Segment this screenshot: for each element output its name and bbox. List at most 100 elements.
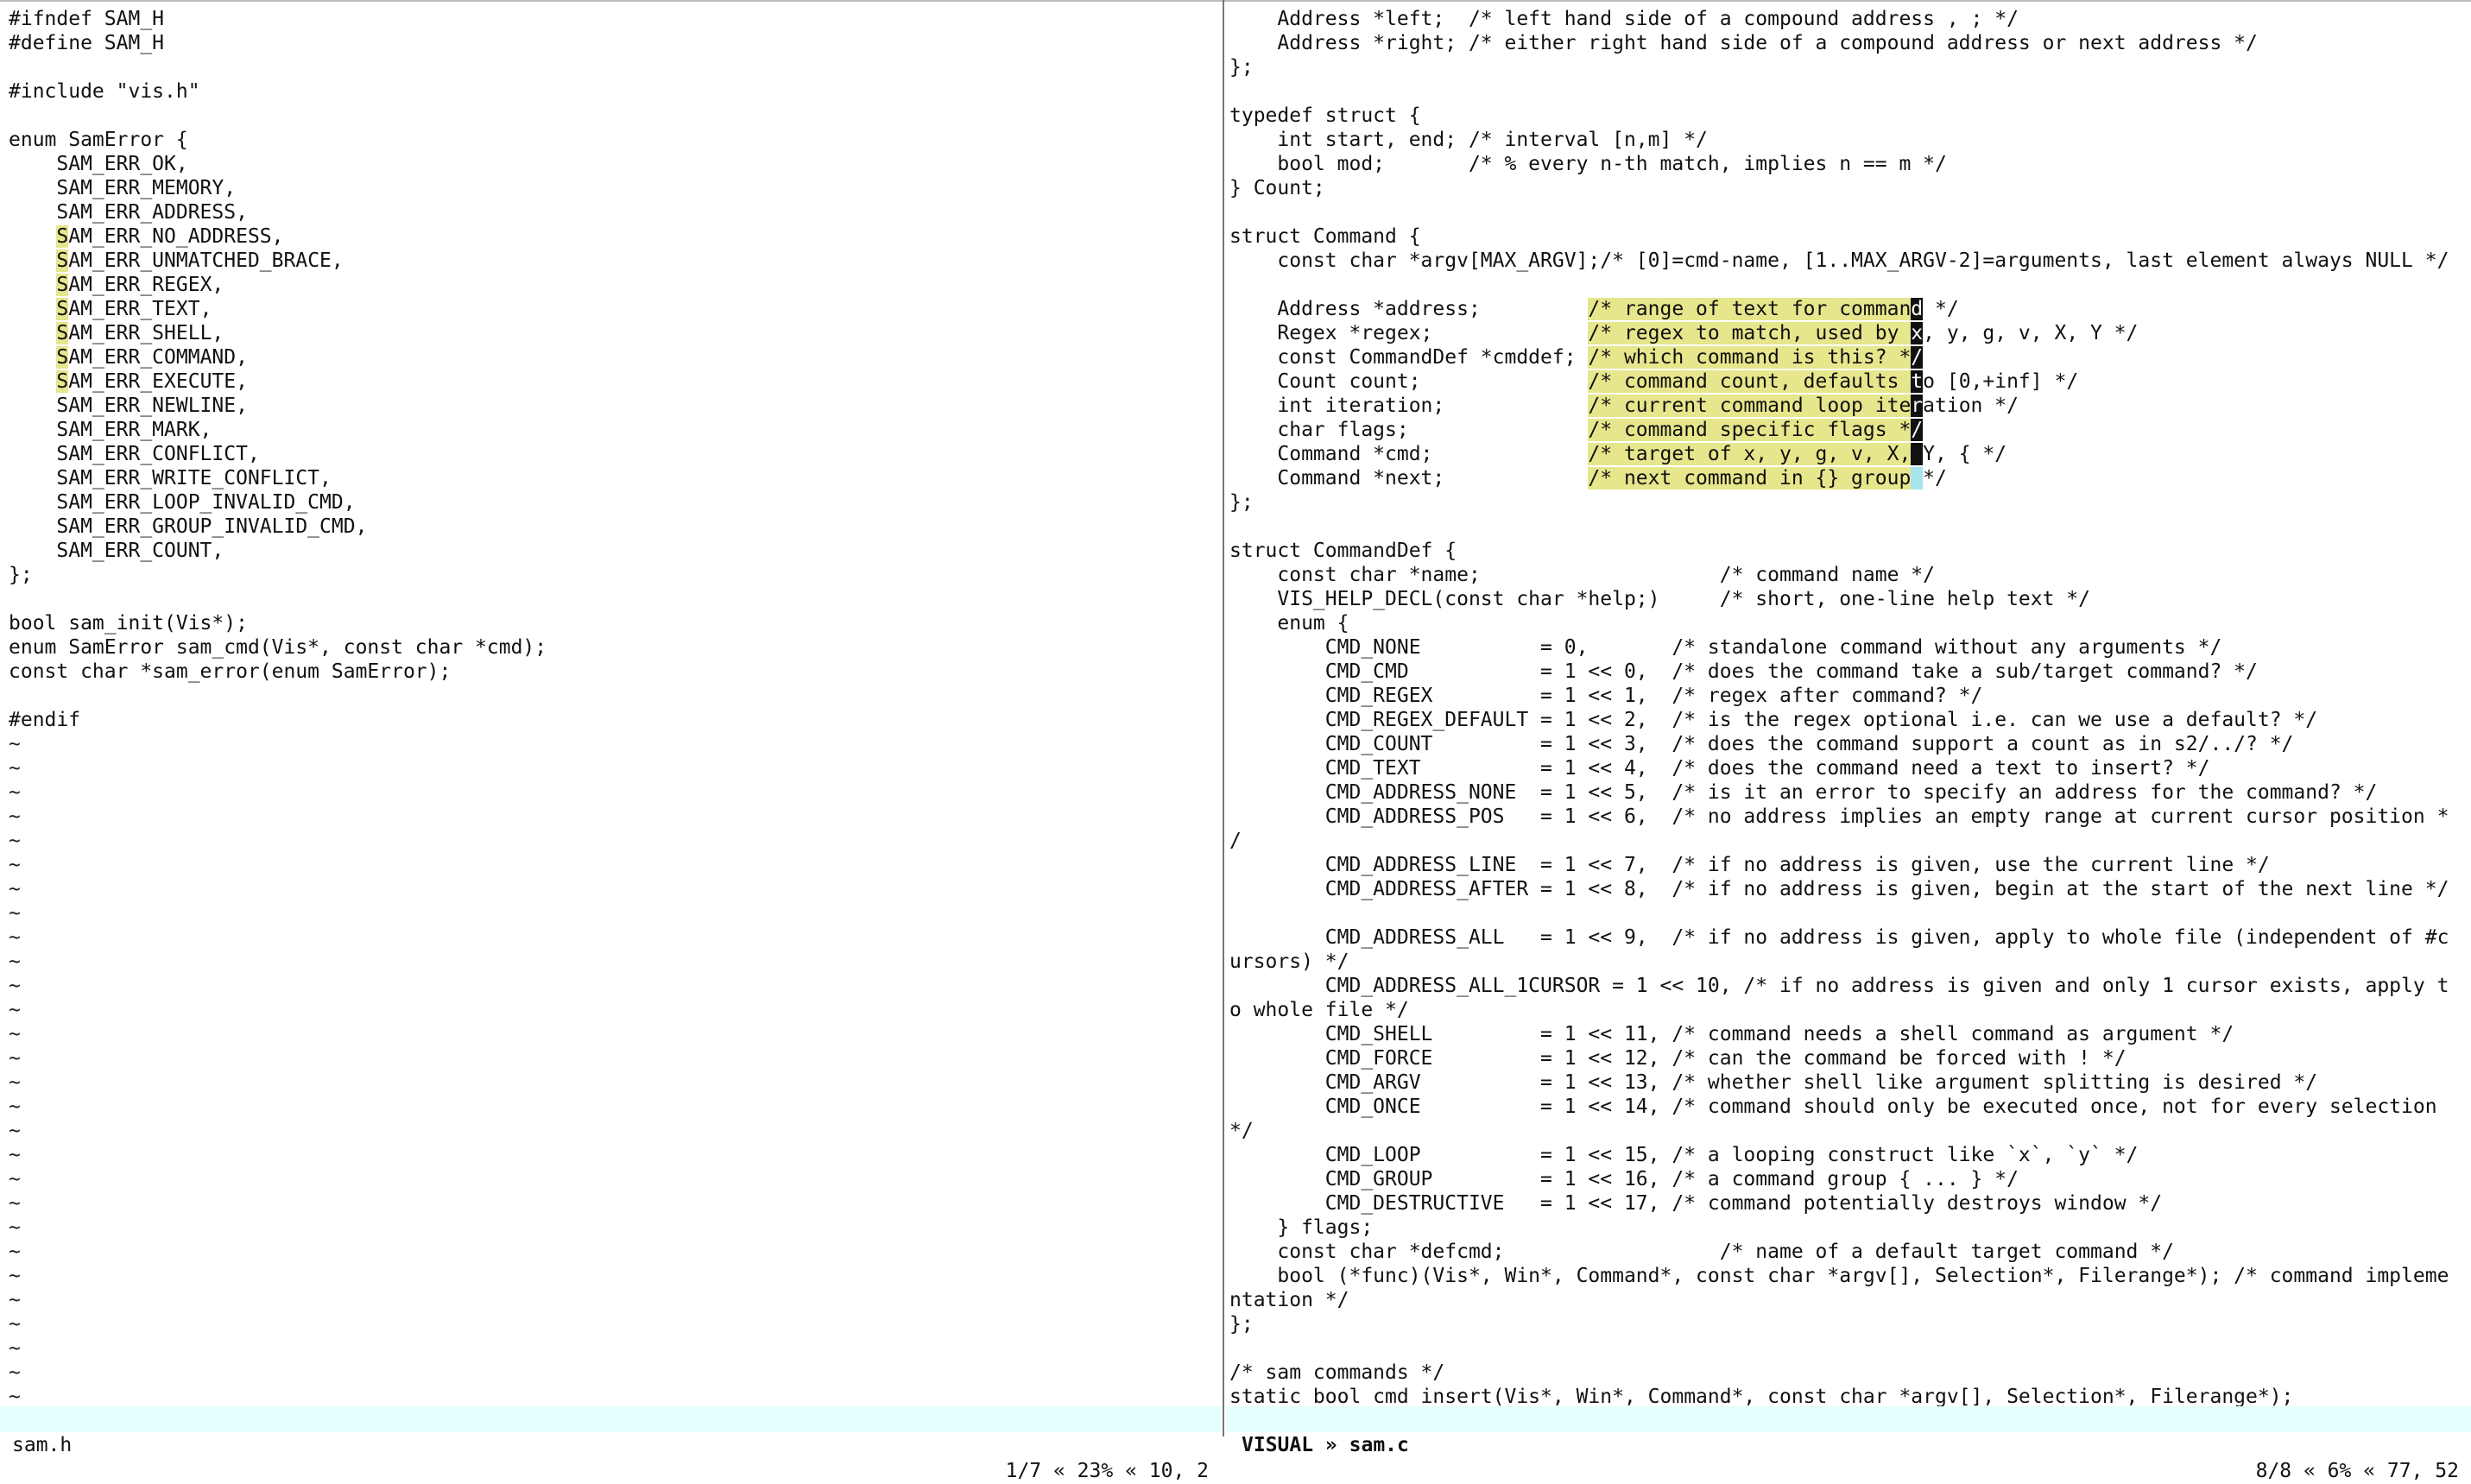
code-line[interactable]: struct Command { [1229,224,2466,249]
selection-cursor [1911,443,1924,465]
code-line[interactable]: const CommandDef *cmddef; /* which comma… [1229,345,2466,369]
vertical-split-divider[interactable] [1223,0,1224,1437]
code-line[interactable]: CMD_LOOP = 1 << 15, /* a looping constru… [1229,1143,2466,1167]
code-line[interactable]: CMD_SHELL = 1 << 11, /* command needs a … [1229,1022,2466,1046]
empty-line-marker: ~ [9,854,21,876]
code-line[interactable]: char flags; /* command specific flags */ [1229,418,2466,442]
code-line[interactable]: const char *sam_error(enum SamError); [9,660,1217,684]
code-line[interactable]: #endif [9,708,1217,732]
code-line[interactable]: Command *next; /* next command in {} gro… [1229,466,2466,490]
code-line[interactable]: CMD_REGEX_DEFAULT = 1 << 2, /* is the re… [1229,708,2466,732]
code-line[interactable]: CMD_ADDRESS_POS = 1 << 6, /* no address … [1229,805,2466,829]
code-line[interactable]: }; [1229,55,2466,79]
code-line[interactable]: int start, end; /* interval [n,m] */ [1229,128,2466,152]
code-line[interactable]: }; [1229,490,2466,515]
code-line[interactable] [1229,273,2466,297]
code-line[interactable]: SAM_ERR_SHELL, [9,321,1217,345]
code-line[interactable] [9,684,1217,708]
code-line[interactable]: } flags; [1229,1216,2466,1240]
code-line[interactable]: SAM_ERR_NEWLINE, [9,394,1217,418]
code-line[interactable]: CMD_DESTRUCTIVE = 1 << 17, /* command po… [1229,1191,2466,1216]
code-line[interactable]: SAM_ERR_GROUP_INVALID_CMD, [9,515,1217,539]
selection-cursor: d [1911,298,1924,320]
code-line[interactable]: SAM_ERR_MARK, [9,418,1217,442]
code-line[interactable]: Count count; /* command count, defaults … [1229,369,2466,394]
code-line[interactable]: SAM_ERR_OK, [9,152,1217,176]
code-line[interactable]: bool (*func)(Vis*, Win*, Command*, const… [1229,1264,2466,1288]
code-line[interactable]: }; [1229,1312,2466,1336]
editor-pane-left[interactable]: #ifndef SAM_H #define SAM_H #include "vis.… [9,7,1217,1407]
code-line[interactable]: const char *defcmd; /* name of a default… [1229,1240,2466,1264]
code-line[interactable]: CMD_ADDRESS_ALL = 1 << 9, /* if no addre… [1229,925,2466,950]
code-line[interactable]: static bool cmd_insert(Vis*, Win*, Comma… [1229,1385,2466,1407]
code-line[interactable]: CMD_FORCE = 1 << 12, /* can the command … [1229,1046,2466,1070]
code-line[interactable] [1229,200,2466,224]
selection-highlight: /* target of x, y, g, v, X, [1588,443,1912,465]
code-line[interactable]: enum SamError { [9,128,1217,152]
code-line[interactable] [1229,79,2466,104]
code-line[interactable]: CMD_ADDRESS_NONE = 1 << 5, /* is it an e… [1229,780,2466,805]
code-line[interactable]: CMD_ADDRESS_ALL_1CURSOR = 1 << 10, /* if… [1229,974,2466,998]
code-line[interactable]: SAM_ERR_EXECUTE, [9,369,1217,394]
code-line[interactable]: enum SamError sam_cmd(Vis*, const char *… [9,635,1217,660]
empty-line-marker: ~ [9,1216,21,1239]
code-line[interactable]: CMD_TEXT = 1 << 4, /* does the command n… [1229,756,2466,780]
code-line[interactable]: SAM_ERR_UNMATCHED_BRACE, [9,249,1217,273]
code-line[interactable]: Address *left; /* left hand side of a co… [1229,7,2466,31]
code-line[interactable]: */ [1229,1119,2466,1143]
code-line[interactable]: SAM_ERR_WRITE_CONFLICT, [9,466,1217,490]
code-line[interactable]: ntation */ [1229,1288,2466,1312]
code-line[interactable] [1229,1336,2466,1361]
code-line[interactable]: / [1229,829,2466,853]
code-line[interactable]: Regex *regex; /* regex to match, used by… [1229,321,2466,345]
code-line[interactable]: }; [9,563,1217,587]
code-line[interactable]: CMD_ONCE = 1 << 14, /* command should on… [1229,1095,2466,1119]
code-line[interactable]: CMD_CMD = 1 << 0, /* does the command ta… [1229,660,2466,684]
selection-cursor: / [1911,419,1924,441]
code-line[interactable] [1229,515,2466,539]
code-line[interactable] [9,55,1217,79]
code-line[interactable]: SAM_ERR_LOOP_INVALID_CMD, [9,490,1217,515]
code-line[interactable]: #define SAM_H [9,31,1217,55]
code-line[interactable]: #include "vis.h" [9,79,1217,104]
code-line[interactable]: const char *name; /* command name */ [1229,563,2466,587]
code-line[interactable]: SAM_ERR_ADDRESS, [9,200,1217,224]
code-line[interactable]: typedef struct { [1229,104,2466,128]
code-line[interactable]: CMD_ADDRESS_LINE = 1 << 7, /* if no addr… [1229,853,2466,877]
code-line[interactable]: SAM_ERR_NO_ADDRESS, [9,224,1217,249]
code-line[interactable]: CMD_REGEX = 1 << 1, /* regex after comma… [1229,684,2466,708]
code-line[interactable]: SAM_ERR_CONFLICT, [9,442,1217,466]
code-line[interactable] [9,587,1217,611]
code-line[interactable]: bool mod; /* % every n-th match, implies… [1229,152,2466,176]
code-line[interactable]: /* sam commands */ [1229,1361,2466,1385]
code-line[interactable]: SAM_ERR_COMMAND, [9,345,1217,369]
code-line[interactable]: Command *cmd; /* target of x, y, g, v, X… [1229,442,2466,466]
code-line[interactable]: #ifndef SAM_H [9,7,1217,31]
empty-line-marker: ~ [9,1361,21,1384]
code-line[interactable]: struct CommandDef { [1229,539,2466,563]
code-line[interactable]: CMD_NONE = 0, /* standalone command with… [1229,635,2466,660]
code-line[interactable]: const char *argv[MAX_ARGV];/* [0]=cmd-na… [1229,249,2466,273]
code-line[interactable]: ursors) */ [1229,950,2466,974]
code-line[interactable]: SAM_ERR_MEMORY, [9,176,1217,200]
code-line[interactable]: CMD_COUNT = 1 << 3, /* does the command … [1229,732,2466,756]
code-line[interactable]: bool sam_init(Vis*); [9,611,1217,635]
code-line[interactable]: Address *right; /* either right hand sid… [1229,31,2466,55]
editor-pane-right[interactable]: Address *left; /* left hand side of a co… [1229,7,2466,1407]
code-line[interactable]: int iteration; /* current command loop i… [1229,394,2466,418]
code-line[interactable]: SAM_ERR_TEXT, [9,297,1217,321]
code-line[interactable]: CMD_GROUP = 1 << 16, /* a command group … [1229,1167,2466,1191]
selection-cursor: x [1911,322,1924,344]
code-line[interactable]: CMD_ARGV = 1 << 13, /* whether shell lik… [1229,1070,2466,1095]
code-line[interactable] [1229,901,2466,925]
empty-line-marker: ~ [9,1096,21,1118]
code-line[interactable] [9,104,1217,128]
code-line[interactable]: SAM_ERR_COUNT, [9,539,1217,563]
code-line[interactable]: enum { [1229,611,2466,635]
code-line[interactable]: } Count; [1229,176,2466,200]
code-line[interactable]: SAM_ERR_REGEX, [9,273,1217,297]
code-line[interactable]: CMD_ADDRESS_AFTER = 1 << 8, /* if no add… [1229,877,2466,901]
code-line[interactable]: o whole file */ [1229,998,2466,1022]
code-line[interactable]: Address *address; /* range of text for c… [1229,297,2466,321]
code-line[interactable]: VIS_HELP_DECL(const char *help;) /* shor… [1229,587,2466,611]
